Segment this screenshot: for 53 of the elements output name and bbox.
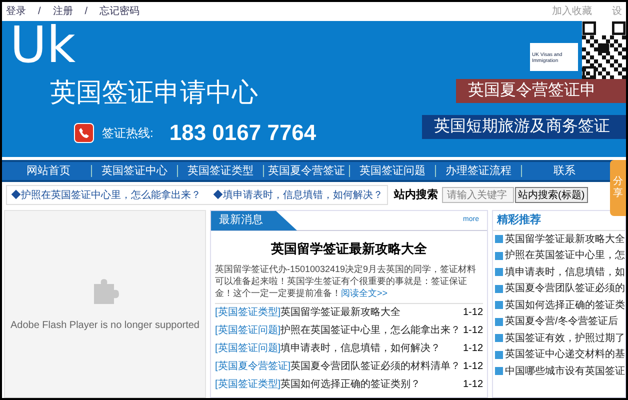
hotline-number: 183 0167 7764 — [169, 119, 316, 147]
news-date: 1-12 — [462, 378, 483, 392]
separator: / — [38, 5, 41, 19]
recommend-link[interactable]: 英国夏令营/冬令营签证后 — [505, 314, 618, 330]
notice-link[interactable]: ◆填申请表时，信息填错，如何解决？ — [213, 188, 383, 202]
news-date: 1-12 — [462, 360, 483, 374]
search-label: 站内搜索 — [394, 188, 438, 203]
banner-ribbon: 英国短期旅游及商务签证 — [422, 115, 626, 139]
site-title: 英国签证申请中心 — [50, 76, 259, 109]
recommend-link[interactable]: 护照在英国签证中心里，怎 — [505, 248, 625, 264]
news-title-link[interactable]: 填申请表时，信息填错，如何解决？ — [280, 341, 441, 356]
nav-item[interactable]: 英国签证问题 — [350, 162, 435, 180]
separator: / — [84, 5, 88, 19]
recommend-link[interactable]: 英国如何选择正确的签证类 — [505, 298, 625, 313]
phone-icon — [74, 122, 94, 142]
recommend-link[interactable]: 英国留学签证最新攻略大全 — [505, 232, 625, 247]
top-link[interactable]: 注册 — [52, 4, 73, 19]
recommend-link[interactable]: 英国夏令营团队签证必须的 — [505, 281, 625, 296]
news-title-link[interactable]: 护照在英国签证中心里，怎么能拿出来？ — [280, 323, 461, 338]
read-more-link[interactable]: 阅读全文>> — [341, 288, 388, 298]
news-title-link[interactable]: 英国留学签证最新攻略大全 — [280, 305, 401, 320]
flash-message: Adobe Flash Player is no longer supported — [10, 318, 200, 332]
news-category-link[interactable]: [英国签证类型] — [215, 305, 281, 320]
search-button[interactable]: 站内搜索(标题) — [515, 187, 588, 203]
recommend-link[interactable]: 英国签证有效，护照过期了 — [505, 330, 625, 346]
news-title-link[interactable]: 英国如何选择正确的签证类别？ — [280, 377, 421, 392]
recommend-link[interactable]: 英国签证中心递交材料的基 — [505, 347, 625, 362]
news-category-link[interactable]: [英国夏令营签证] — [215, 359, 291, 374]
nav-item[interactable]: 办理签证流程 — [436, 162, 521, 180]
hotline-label: 签证热线: — [102, 124, 154, 142]
top-link[interactable]: 忘记密码 — [100, 4, 140, 19]
news-category-link[interactable]: [英国签证问题] — [215, 341, 281, 356]
notice-link[interactable]: ◆护照在英国签证中心里，怎么能拿出来？ — [11, 188, 201, 202]
nav-item[interactable]: 英国签证类型 — [178, 162, 263, 180]
recommend-link[interactable]: 中国哪些城市设有英国签证 — [505, 364, 625, 379]
news-date: 1-12 — [462, 324, 483, 338]
news-category-link[interactable]: [英国签证类型] — [215, 377, 281, 392]
nav-item[interactable]: 联系 — [522, 162, 607, 180]
nav-item[interactable]: 英国夏令营签证 — [264, 162, 349, 180]
top-link[interactable]: 登录 — [6, 4, 26, 19]
news-category-link[interactable]: [英国签证问题] — [215, 323, 281, 338]
news-date: 1-12 — [462, 306, 483, 320]
nav-item[interactable]: 英国签证中心 — [92, 162, 177, 180]
search-field[interactable]: 请输入关键字 — [442, 187, 514, 203]
news-headline: 英国留学签证最新攻略大全 — [270, 240, 428, 258]
site-logo: Uk — [10, 21, 77, 69]
news-date: 1-12 — [462, 342, 483, 356]
banner-ribbon: 英国夏令营签证申 — [456, 79, 626, 103]
news-tab[interactable]: 最新消息 — [211, 210, 297, 230]
news-summary: 英国留学签证代办-15010032419决定9月去英国的同学，签证材料可以准备起来啦！英国学生签证有个很重要的事就是：签证保证金！这个一定一定要提前准备！阅读全文>> — [215, 262, 483, 304]
recommend-link[interactable]: 填申请表时，信息填错，如 — [505, 264, 625, 280]
news-title-link[interactable]: 英国夏令营团队签证必须的材料清单？ — [290, 359, 461, 374]
nav-item[interactable]: 网站首页 — [6, 162, 91, 180]
